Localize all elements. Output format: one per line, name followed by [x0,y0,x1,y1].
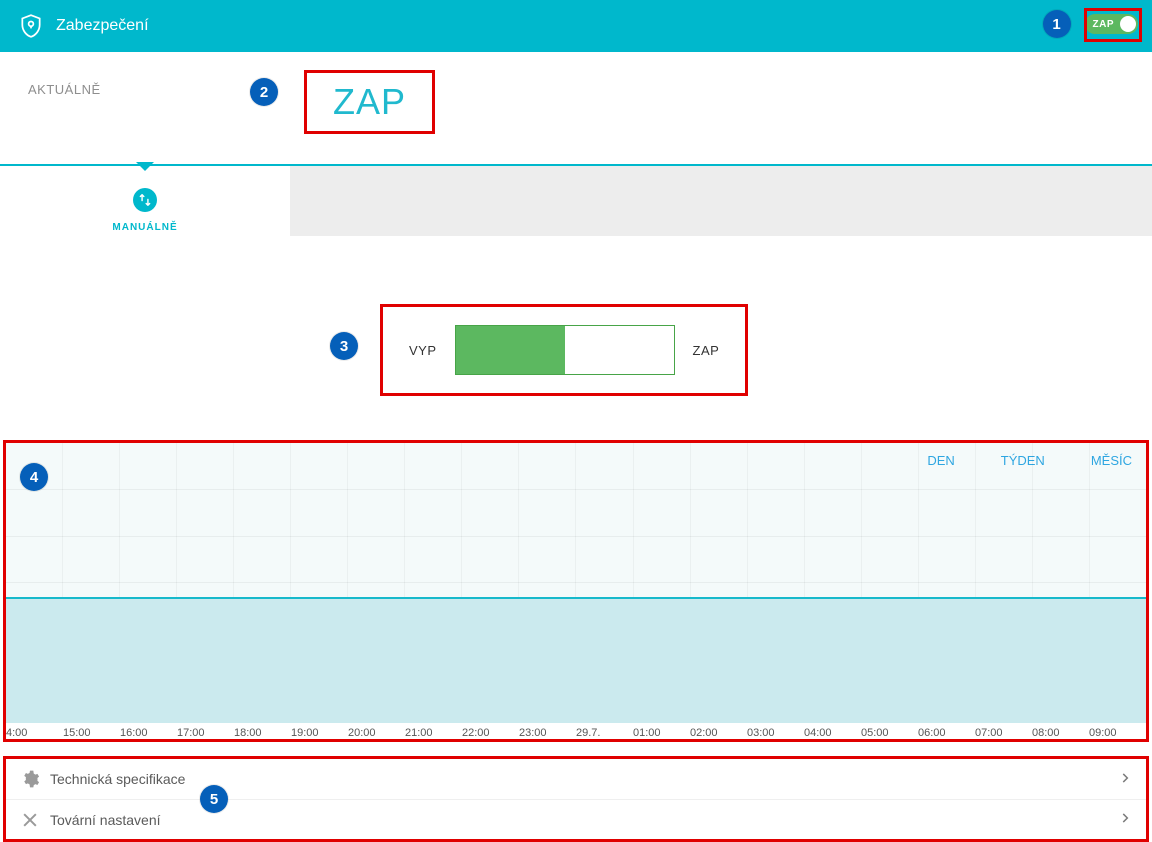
axis-tick: 22:00 [462,727,519,739]
axis-tick: 03:00 [747,727,804,739]
axis-tick: 21:00 [405,727,462,739]
annotation-badge-1: 1 [1043,10,1071,38]
toggle-on-label: ZAP [693,343,720,358]
row-technical-spec[interactable]: Technická specifikace [6,759,1146,799]
tab-manual[interactable]: MANUÁLNĚ [0,166,290,233]
slider-off-half [565,326,674,374]
axis-tick: 05:00 [861,727,918,739]
axis-tick: 23:00 [519,727,576,739]
axis-tick: 18:00 [234,727,291,739]
axis-tick: 16:00 [120,727,177,739]
slider-on-half [456,326,565,374]
axis-tick: 29.7. [576,727,633,739]
shield-icon [18,13,44,39]
axis-tick: 09:00 [1089,727,1146,739]
mode-tabs: MANUÁLNĚ [0,164,1152,254]
tab-manual-label: MANUÁLNĚ [112,222,177,233]
axis-tick: 15:00 [63,727,120,739]
state-slider[interactable] [455,325,675,375]
manual-icon [133,188,157,212]
row-technical-spec-label: Technická specifikace [50,771,185,787]
master-toggle[interactable]: ZAP [1085,14,1139,34]
axis-tick: 4:00 [6,727,63,739]
current-state-value: ZAP [304,70,435,134]
toggle-off-label: VYP [409,343,437,358]
axis-tick: 20:00 [348,727,405,739]
master-toggle-label: ZAP [1093,19,1115,30]
axis-tick: 06:00 [918,727,975,739]
axis-tick: 01:00 [633,727,690,739]
chevron-right-icon [1118,771,1132,788]
chart-area-fill [6,597,1146,723]
header-right: 1 ZAP [1043,10,1139,38]
axis-tick: 07:00 [975,727,1032,739]
gear-icon [20,769,40,789]
axis-tick: 19:00 [291,727,348,739]
axis-tick: 08:00 [1032,727,1089,739]
row-factory-reset[interactable]: Tovární nastavení [6,799,1146,839]
current-state-row: AKTUÁLNĚ 2 ZAP [0,52,1152,134]
page-title: Zabezpečení [56,17,149,35]
annotation-badge-3: 3 [330,332,358,360]
axis-tick: 17:00 [177,727,234,739]
app-header: Zabezpečení 1 ZAP [0,0,1152,52]
toggle-section: 3 VYP ZAP [0,304,1152,396]
chart-x-axis: 4:0015:0016:0017:0018:0019:0020:0021:002… [6,723,1146,739]
history-chart-container: 4 DEN TÝDEN MĚSÍC 4:0015:0016:0017:0018:… [3,440,1149,742]
close-icon [20,810,40,830]
history-chart[interactable]: DEN TÝDEN MĚSÍC [6,443,1146,723]
tab-spacer [290,166,1152,236]
settings-list: Technická specifikace Tovární nastavení … [3,756,1149,842]
axis-tick: 02:00 [690,727,747,739]
axis-tick: 04:00 [804,727,861,739]
toggle-knob-icon [1120,16,1136,32]
annotation-badge-2: 2 [250,78,278,106]
annotation-badge-4: 4 [20,463,48,491]
annotation-box-3: VYP ZAP [380,304,748,396]
annotation-badge-5: 5 [200,785,228,813]
